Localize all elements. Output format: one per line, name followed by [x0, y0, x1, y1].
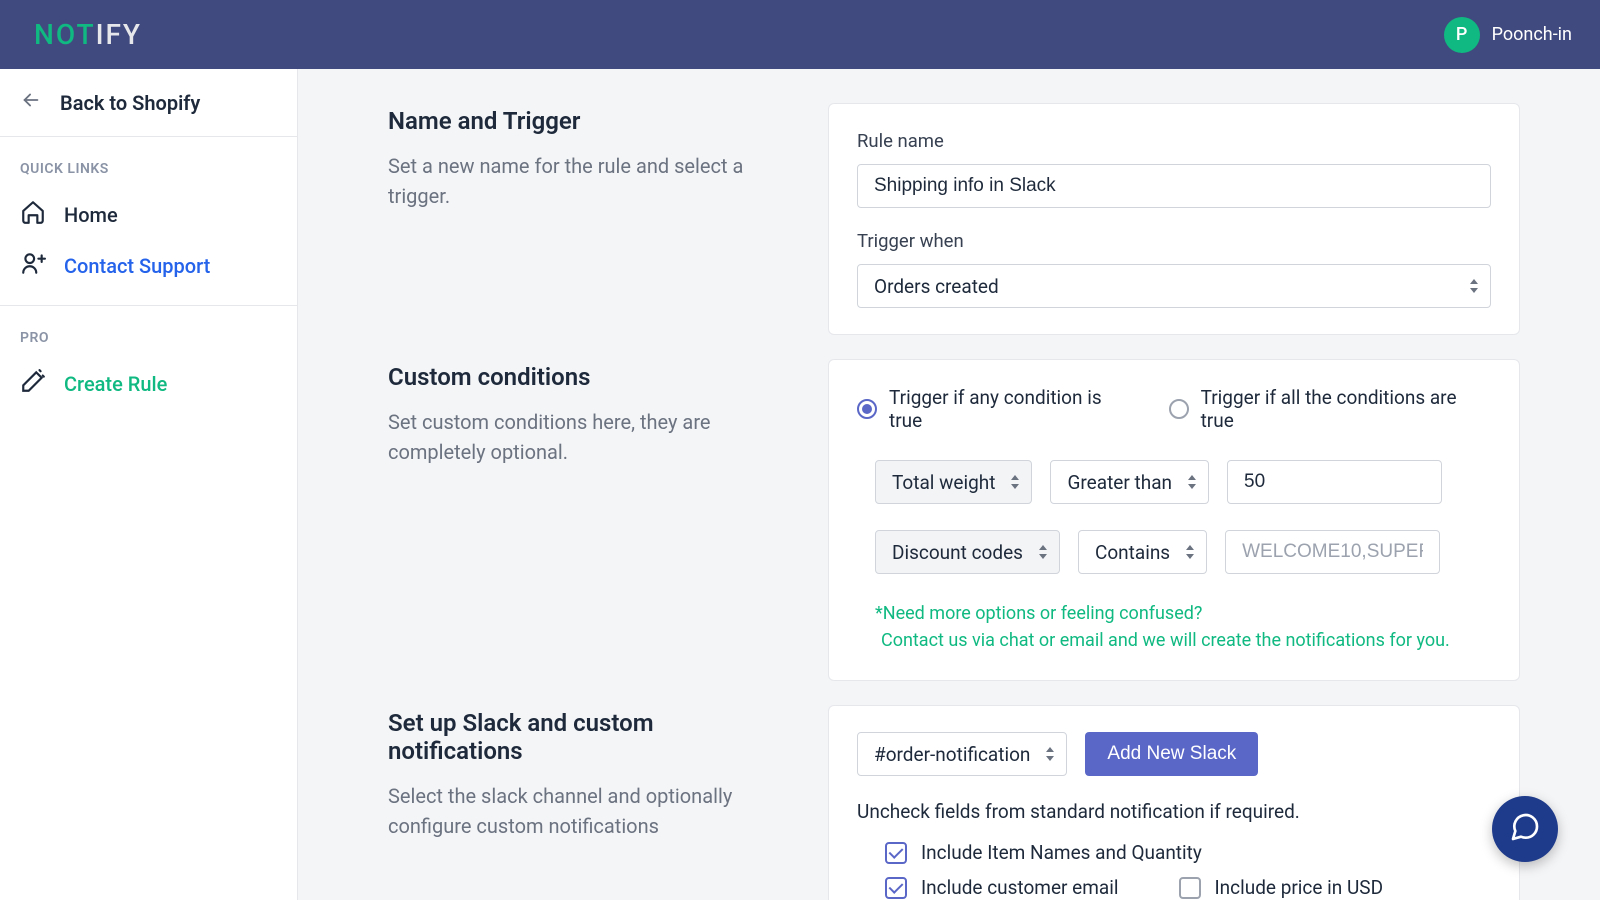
section-title-conditions: Custom conditions	[388, 363, 788, 391]
help-line-2: Contact us via chat or email and we will…	[875, 627, 1491, 654]
section-desc-conditions: Set custom conditions here, they are com…	[388, 407, 788, 467]
section-title-slack: Set up Slack and custom notifications	[388, 709, 788, 765]
logo-part-b: IFY	[96, 18, 142, 51]
back-label: Back to Shopify	[60, 91, 200, 115]
rule-name-label: Rule name	[857, 130, 1491, 152]
arrow-left-icon	[20, 89, 42, 116]
checkbox-include-price-usd[interactable]: Include price in USD	[1179, 876, 1384, 899]
radio-label: Trigger if any condition is true	[889, 386, 1137, 432]
app-header: NOTIFY P Poonch-in	[0, 0, 1600, 69]
condition-value-input[interactable]	[1225, 530, 1440, 574]
section-desc-name-trigger: Set a new name for the rule and select a…	[388, 151, 788, 211]
radio-all-conditions[interactable]: Trigger if all the conditions are true	[1169, 386, 1491, 432]
sidebar: Back to Shopify QUICK LINKS Home Contact…	[0, 69, 298, 900]
chat-icon	[1509, 811, 1541, 847]
user-name: Poonch-in	[1492, 24, 1572, 45]
sidebar-section-pro: PRO	[0, 306, 297, 358]
rule-name-input[interactable]	[857, 164, 1491, 208]
condition-field-select[interactable]: Total weight	[875, 460, 1032, 504]
conditions-help-text: *Need more options or feeling confused? …	[857, 600, 1491, 654]
uncheck-fields-note: Uncheck fields from standard notificatio…	[857, 800, 1491, 823]
sidebar-item-create-rule[interactable]: Create Rule	[0, 358, 297, 409]
card-name-trigger: Rule name Trigger when Orders created	[828, 103, 1520, 335]
radio-icon	[857, 399, 877, 419]
condition-row-2: Discount codes Contains	[857, 530, 1491, 574]
section-title-name-trigger: Name and Trigger	[388, 107, 788, 135]
help-line-1: *Need more options or feeling confused?	[875, 600, 1491, 627]
condition-value-input[interactable]	[1227, 460, 1442, 504]
home-icon	[20, 199, 46, 230]
condition-operator-select[interactable]: Contains	[1078, 530, 1207, 574]
checkbox-icon	[885, 842, 907, 864]
chat-fab-button[interactable]	[1492, 796, 1558, 862]
wand-icon	[20, 368, 46, 399]
radio-icon	[1169, 399, 1189, 419]
contact-icon	[20, 250, 46, 281]
checkbox-include-customer-email[interactable]: Include customer email	[885, 876, 1119, 899]
checkbox-label: Include price in USD	[1215, 876, 1384, 899]
checkbox-icon	[1179, 877, 1201, 899]
condition-row-1: Total weight Greater than	[857, 460, 1491, 504]
sidebar-item-label: Home	[64, 203, 118, 227]
checkbox-label: Include Item Names and Quantity	[921, 841, 1202, 864]
add-new-slack-button[interactable]: Add New Slack	[1085, 732, 1258, 776]
checkbox-icon	[885, 877, 907, 899]
condition-field-select[interactable]: Discount codes	[875, 530, 1060, 574]
logo: NOTIFY	[34, 18, 142, 51]
sidebar-item-home[interactable]: Home	[0, 189, 297, 240]
card-slack: #order-notification Add New Slack Unchec…	[828, 705, 1520, 900]
slack-channel-select[interactable]: #order-notification	[857, 732, 1067, 776]
radio-any-condition[interactable]: Trigger if any condition is true	[857, 386, 1137, 432]
sidebar-section-quick-links: QUICK LINKS	[0, 137, 297, 189]
checkbox-label: Include customer email	[921, 876, 1119, 899]
section-desc-slack: Select the slack channel and optionally …	[388, 781, 788, 841]
sidebar-item-contact-support[interactable]: Contact Support	[0, 240, 297, 291]
checkbox-include-items-qty[interactable]: Include Item Names and Quantity	[885, 841, 1202, 864]
condition-operator-select[interactable]: Greater than	[1050, 460, 1209, 504]
trigger-when-label: Trigger when	[857, 230, 1491, 252]
main-content: Name and Trigger Set a new name for the …	[298, 69, 1600, 900]
card-conditions: Trigger if any condition is true Trigger…	[828, 359, 1520, 681]
user-area[interactable]: P Poonch-in	[1444, 17, 1572, 53]
back-to-shopify-link[interactable]: Back to Shopify	[0, 69, 297, 137]
sidebar-item-label: Contact Support	[64, 254, 210, 278]
logo-part-a: NOT	[34, 18, 96, 51]
sidebar-item-label: Create Rule	[64, 372, 167, 396]
avatar: P	[1444, 17, 1480, 53]
radio-label: Trigger if all the conditions are true	[1201, 386, 1491, 432]
trigger-when-select[interactable]: Orders created	[857, 264, 1491, 308]
